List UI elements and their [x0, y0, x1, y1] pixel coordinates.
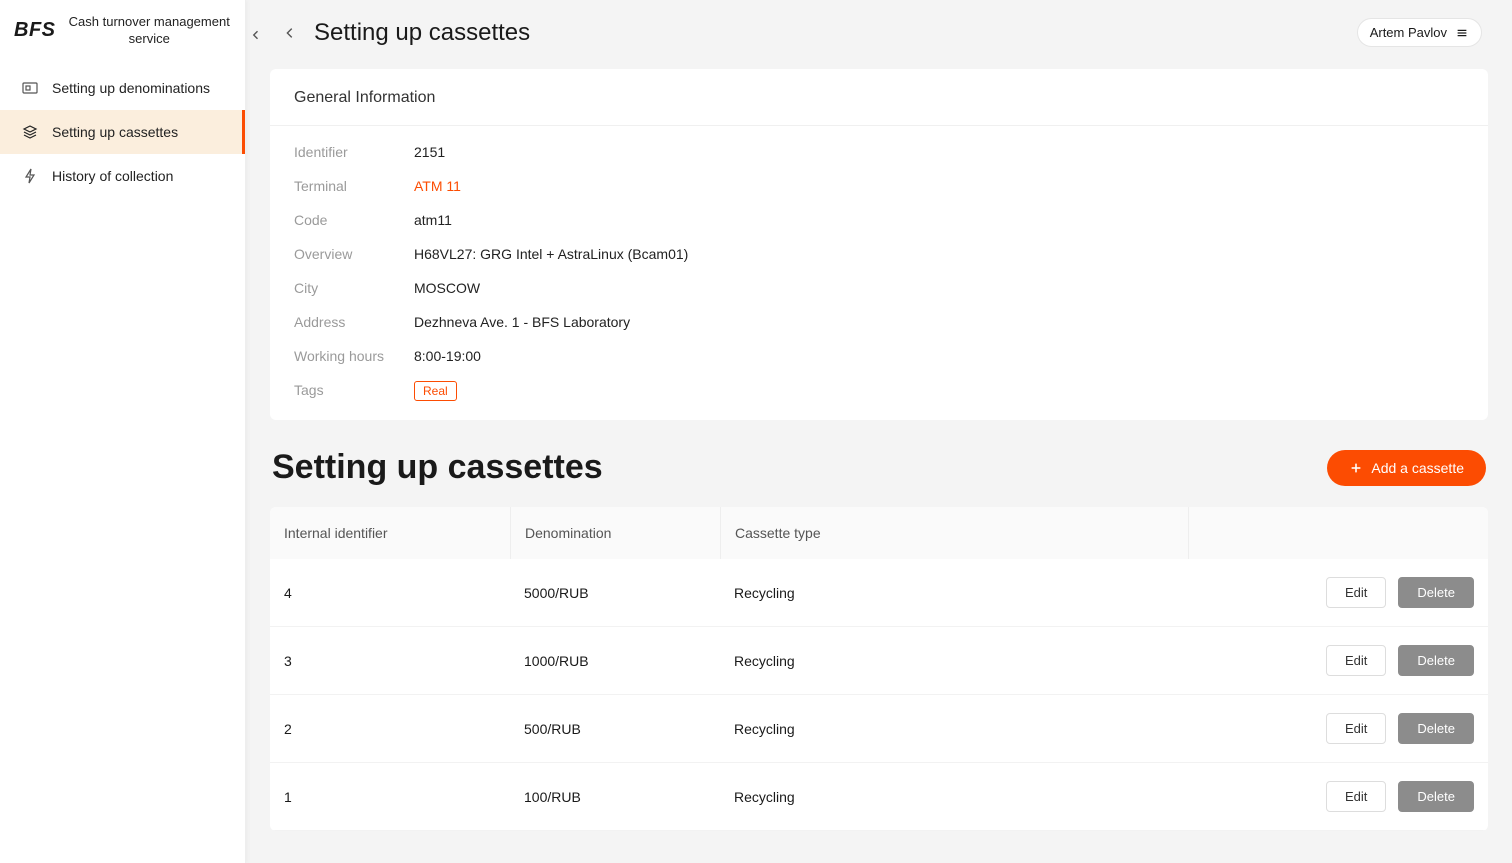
edit-button[interactable]: Edit — [1326, 713, 1386, 744]
info-label: Identifier — [294, 144, 414, 160]
cell-id: 1 — [270, 771, 510, 823]
cell-denomination: 1000/RUB — [510, 635, 720, 687]
main: Setting up cassettes Artem Pavlov Genera… — [246, 0, 1512, 863]
delete-button[interactable]: Delete — [1398, 577, 1474, 608]
sidebar-item-denominations[interactable]: Setting up denominations — [0, 66, 245, 110]
topbar: Setting up cassettes Artem Pavlov — [270, 0, 1488, 69]
tag-real: Real — [414, 381, 457, 401]
info-row-tags: Tags Real — [294, 382, 1464, 398]
info-value: atm11 — [414, 212, 452, 228]
sidebar: BFS Cash turnover management service Set… — [0, 0, 246, 863]
table-header: Internal identifier Denomination Cassett… — [270, 507, 1488, 559]
stack-icon — [22, 124, 38, 140]
delete-button[interactable]: Delete — [1398, 713, 1474, 744]
table-row: 3 1000/RUB Recycling Edit Delete — [270, 627, 1488, 695]
sidebar-header: BFS Cash turnover management service — [0, 0, 245, 66]
sidebar-item-label: Setting up denominations — [52, 80, 210, 96]
info-value: Dezhneva Ave. 1 - BFS Laboratory — [414, 314, 630, 330]
section-title: Setting up cassettes — [272, 448, 603, 487]
info-label: Overview — [294, 246, 414, 262]
cell-type: Recycling — [720, 635, 1188, 687]
back-button[interactable] — [276, 19, 304, 47]
chevron-left-icon — [283, 26, 297, 40]
info-label: Code — [294, 212, 414, 228]
sidebar-item-label: Setting up cassettes — [52, 124, 178, 140]
delete-button[interactable]: Delete — [1398, 781, 1474, 812]
info-row-overview: Overview H68VL27: GRG Intel + AstraLinux… — [294, 246, 1464, 262]
page-title: Setting up cassettes — [314, 19, 1357, 47]
service-name: Cash turnover management service — [66, 14, 234, 48]
cell-denomination: 5000/RUB — [510, 567, 720, 619]
add-cassette-label: Add a cassette — [1371, 460, 1464, 476]
table-row: 4 5000/RUB Recycling Edit Delete — [270, 559, 1488, 627]
cell-denomination: 500/RUB — [510, 703, 720, 755]
general-info-card: General Information Identifier 2151 Term… — [270, 69, 1488, 420]
cell-type: Recycling — [720, 567, 1188, 619]
cell-id: 4 — [270, 567, 510, 619]
cassettes-section-header: Setting up cassettes Add a cassette — [272, 448, 1486, 487]
info-label: Terminal — [294, 178, 414, 194]
sidebar-item-cassettes[interactable]: Setting up cassettes — [0, 110, 245, 154]
info-label: Tags — [294, 382, 414, 398]
user-menu[interactable]: Artem Pavlov — [1357, 18, 1482, 47]
edit-button[interactable]: Edit — [1326, 645, 1386, 676]
info-label: Address — [294, 314, 414, 330]
cell-type: Recycling — [720, 771, 1188, 823]
plus-icon — [1349, 461, 1363, 475]
sidebar-item-history[interactable]: History of collection — [0, 154, 245, 198]
info-row-address: Address Dezhneva Ave. 1 - BFS Laboratory — [294, 314, 1464, 330]
sidebar-collapse-handle[interactable] — [246, 20, 266, 50]
info-row-identifier: Identifier 2151 — [294, 144, 1464, 160]
sidebar-item-label: History of collection — [52, 168, 173, 184]
info-row-code: Code atm11 — [294, 212, 1464, 228]
cell-actions: Edit Delete — [1188, 559, 1488, 626]
info-grid: Identifier 2151 Terminal ATM 11 Code atm… — [270, 126, 1488, 420]
cell-type: Recycling — [720, 703, 1188, 755]
th-actions — [1188, 507, 1488, 559]
cassettes-table: Internal identifier Denomination Cassett… — [270, 507, 1488, 831]
info-row-city: City MOSCOW — [294, 280, 1464, 296]
delete-button[interactable]: Delete — [1398, 645, 1474, 676]
brand-logo: BFS — [14, 19, 56, 42]
menu-icon — [1455, 26, 1469, 40]
th-cassette-type[interactable]: Cassette type — [720, 507, 1188, 559]
info-value: 2151 — [414, 144, 445, 160]
info-row-terminal: Terminal ATM 11 — [294, 178, 1464, 194]
cell-denomination: 100/RUB — [510, 771, 720, 823]
th-denomination[interactable]: Denomination — [510, 507, 720, 559]
info-row-hours: Working hours 8:00-19:00 — [294, 348, 1464, 364]
info-label: Working hours — [294, 348, 414, 364]
info-label: City — [294, 280, 414, 296]
card-title: General Information — [270, 69, 1488, 126]
th-internal-identifier[interactable]: Internal identifier — [270, 507, 510, 559]
edit-button[interactable]: Edit — [1326, 577, 1386, 608]
banknote-icon — [22, 80, 38, 96]
user-name: Artem Pavlov — [1370, 25, 1447, 40]
edit-button[interactable]: Edit — [1326, 781, 1386, 812]
sidebar-nav: Setting up denominations Setting up cass… — [0, 66, 245, 198]
info-value: H68VL27: GRG Intel + AstraLinux (Bcam01) — [414, 246, 688, 262]
cell-id: 2 — [270, 703, 510, 755]
info-value: 8:00-19:00 — [414, 348, 481, 364]
cell-actions: Edit Delete — [1188, 627, 1488, 694]
cell-actions: Edit Delete — [1188, 695, 1488, 762]
add-cassette-button[interactable]: Add a cassette — [1327, 450, 1486, 486]
cell-id: 3 — [270, 635, 510, 687]
table-row: 2 500/RUB Recycling Edit Delete — [270, 695, 1488, 763]
lightning-icon — [22, 168, 38, 184]
table-row: 1 100/RUB Recycling Edit Delete — [270, 763, 1488, 831]
terminal-link[interactable]: ATM 11 — [414, 178, 461, 194]
cell-actions: Edit Delete — [1188, 763, 1488, 830]
info-value: MOSCOW — [414, 280, 480, 296]
